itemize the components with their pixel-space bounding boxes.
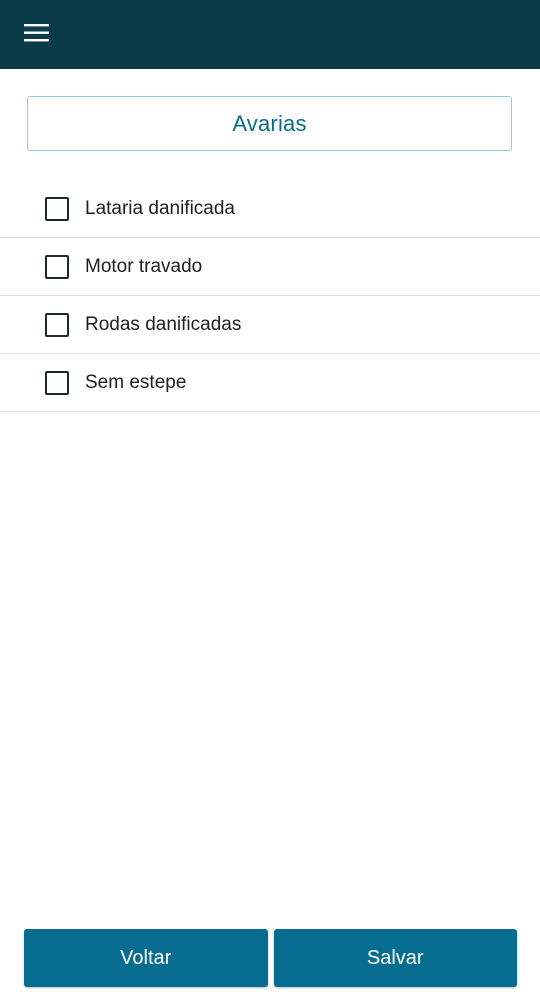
hamburger-menu-icon — [24, 24, 49, 42]
app-screen: Avarias Lataria danificada Motor travado… — [0, 0, 540, 1008]
top-app-bar — [0, 0, 540, 69]
checkbox[interactable] — [45, 254, 69, 279]
checklist-item-label: Sem estepe — [85, 371, 187, 393]
checklist-item-label: Lataria danificada — [85, 197, 235, 219]
checkbox[interactable] — [45, 196, 69, 221]
checkbox[interactable] — [45, 370, 69, 395]
checklist-item-label: Motor travado — [85, 255, 203, 277]
save-button[interactable]: Salvar — [273, 929, 517, 987]
damage-checklist: Lataria danificada Motor travado Rodas d… — [0, 180, 540, 412]
checkbox[interactable] — [45, 312, 69, 337]
page-title: Avarias — [232, 110, 307, 136]
checklist-item-motor-travado[interactable]: Motor travado — [0, 238, 540, 296]
checklist-item-label: Rodas danificadas — [85, 313, 242, 335]
footer-actions: Voltar Salvar — [24, 929, 517, 987]
back-button[interactable]: Voltar — [24, 929, 268, 987]
menu-button[interactable] — [18, 14, 56, 52]
checklist-item-sem-estepe[interactable]: Sem estepe — [0, 354, 540, 412]
section-title-box: Avarias — [27, 96, 512, 151]
checklist-item-lataria-danificada[interactable]: Lataria danificada — [0, 180, 540, 238]
checklist-item-rodas-danificadas[interactable]: Rodas danificadas — [0, 296, 540, 354]
